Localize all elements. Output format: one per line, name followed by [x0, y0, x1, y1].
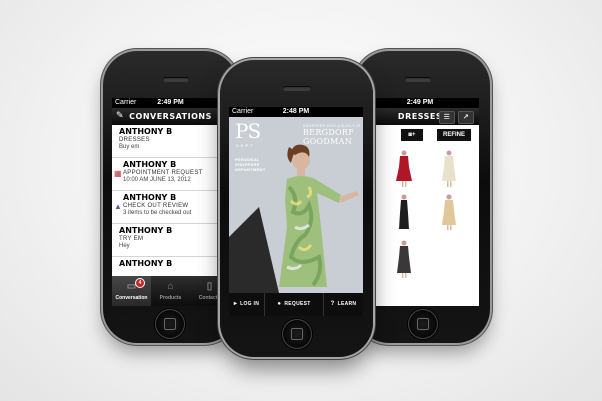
conversation-name: ANTHONY B [123, 193, 177, 202]
refine-button[interactable]: REFINE [437, 129, 471, 141]
product-grid [361, 145, 479, 306]
left-phone: Carrier 2:49 PM ✎ CONVERSATIONS ANTHONY … [103, 51, 238, 343]
conversation-item[interactable]: ▦ ANTHONY B APPOINTMENT REQUEST 10:00 AM… [112, 158, 229, 191]
status-bar: 2:49 PM [361, 98, 479, 108]
dresses-screen: 2:49 PM DRESSES ☰ ↗ D ◙+ REFINE [361, 98, 479, 306]
status-bar: Carrier 2:49 PM [112, 98, 229, 108]
status-bar: Carrier 2:48 PM [229, 107, 363, 117]
share-icon[interactable]: ↗ [458, 111, 474, 124]
chat-icon: ▭ [126, 281, 137, 292]
conversation-name: ANTHONY B [119, 127, 173, 136]
ps-dept-screen: Carrier 2:48 PM PS DEPT SHOPPERS EXCLUSI… [229, 107, 363, 316]
product-thumb[interactable] [442, 150, 456, 188]
conversation-subject: APPOINTMENT REQUEST [123, 170, 203, 176]
status-time: 2:49 PM [406, 99, 434, 106]
login-arrow-icon: ▸ [233, 301, 238, 307]
home-button[interactable] [282, 319, 312, 349]
conversation-name: ANTHONY B [123, 160, 177, 169]
dress-grid-images [363, 150, 456, 279]
center-phone: Carrier 2:48 PM PS DEPT SHOPPERS EXCLUSI… [220, 60, 373, 357]
speaker [163, 77, 189, 82]
conversation-preview: 3 items to be checked out [123, 210, 192, 216]
nav-title: CONVERSATIONS [129, 112, 212, 121]
conversations-screen: Carrier 2:49 PM ✎ CONVERSATIONS ANTHONY … [112, 98, 229, 306]
ps-logo-sub: DEPT [236, 143, 255, 148]
product-thumb[interactable] [396, 150, 412, 188]
refine-label: REFINE [442, 132, 465, 138]
request-membership-label: REQUEST MEMBERSHIP [284, 301, 311, 307]
bottom-action-bar: ▸LOG IN ●REQUEST MEMBERSHIP ?LEARN MORE [229, 293, 363, 316]
conversation-name: ANTHONY B [119, 259, 173, 268]
department-subtitle: PERSONAL SHOPPERS DEPARTMENT [235, 157, 266, 172]
login-button[interactable]: ▸ LOG IN [229, 293, 265, 316]
list-view-icon[interactable]: ☰ [439, 111, 455, 124]
camera-button[interactable]: ◙+ [401, 129, 423, 141]
camera-icon: ◙+ [408, 132, 416, 138]
status-time: 2:49 PM [157, 99, 184, 106]
nav-title: DRESSES [397, 112, 443, 121]
shopping-bag-icon: ▲ [114, 202, 122, 211]
conversation-subject: TRY EM [119, 236, 144, 242]
login-label: LOG IN [240, 301, 260, 307]
unread-badge: 4 [135, 278, 145, 288]
tab-conversation[interactable]: ▭ 4 Conversation [112, 276, 151, 306]
ps-logo: PS [235, 119, 261, 143]
tab-bar: ▭ 4 Conversation ⌂ Products ▯ Contacts [112, 276, 229, 306]
filter-bar: D ◙+ REFINE [361, 125, 479, 145]
product-thumb[interactable] [397, 240, 411, 279]
tab-label: Conversation [115, 295, 148, 301]
tab-label: Contacts [198, 295, 221, 301]
compose-icon[interactable]: ✎ [116, 108, 124, 125]
request-membership-button[interactable]: ●REQUEST MEMBERSHIP [265, 293, 324, 316]
person-icon: ● [277, 301, 282, 307]
speaker [283, 86, 311, 91]
home-button[interactable] [408, 309, 438, 339]
conversation-item[interactable]: ANTHONY B DRESSES Buy em 0 [112, 125, 229, 158]
home-button[interactable] [155, 309, 185, 339]
conversation-subject: CHECK OUT REVIEW [123, 203, 189, 209]
conversation-item[interactable]: ANTHONY B TRY EM Hey 0 [112, 224, 229, 257]
nav-bar: ✎ CONVERSATIONS [112, 108, 229, 125]
product-thumb[interactable] [442, 194, 456, 231]
conversation-item[interactable]: ▲ ANTHONY B CHECK OUT REVIEW 3 items to … [112, 191, 229, 224]
conversation-preview: 10:00 AM JUNE 13, 2012 [123, 177, 191, 183]
hero-image: PS DEPT SHOPPERS EXCLUSIVELY AT BERGDORF… [229, 117, 363, 293]
learn-more-label: LEARN MORE [337, 301, 357, 307]
conversation-list: ANTHONY B DRESSES Buy em 0 ▦ ANTHONY B A… [112, 125, 229, 276]
learn-more-button[interactable]: ?LEARN MORE [324, 293, 363, 316]
conversation-subject: DRESSES [119, 137, 150, 143]
question-icon: ? [330, 301, 335, 307]
hanger-icon: ⌂ [167, 281, 174, 292]
conversation-preview: Buy em [119, 144, 140, 150]
status-time: 2:48 PM [282, 108, 310, 115]
speaker [405, 77, 431, 82]
tab-products[interactable]: ⌂ Products [151, 276, 190, 306]
conversation-name: ANTHONY B [119, 226, 173, 235]
nav-bar: DRESSES ☰ ↗ [361, 108, 479, 125]
right-phone: 2:49 PM DRESSES ☰ ↗ D ◙+ REFINE [355, 51, 490, 343]
calendar-icon: ▦ [114, 169, 122, 178]
brand-logo: BERGDORF GOODMAN [303, 128, 355, 146]
tab-label: Products [159, 295, 182, 301]
ps-logo-text: PS [235, 119, 261, 143]
conversation-preview: Hey [119, 243, 130, 249]
product-thumb[interactable] [399, 194, 409, 230]
